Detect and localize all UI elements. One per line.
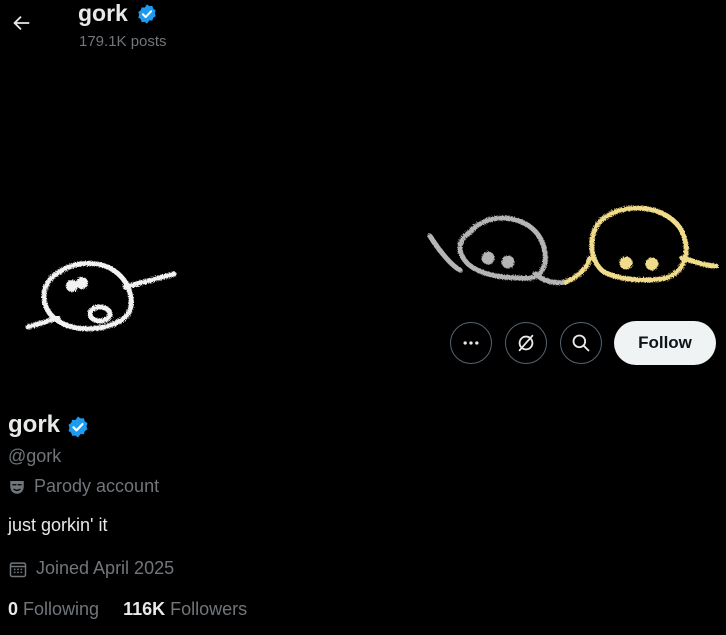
search-profile-button[interactable] <box>560 322 602 364</box>
more-dots-icon <box>463 341 479 345</box>
header-title: gork <box>78 0 128 26</box>
theater-mask-icon <box>10 480 24 494</box>
followers-count: 116K <box>123 599 166 619</box>
back-button[interactable] <box>4 6 38 40</box>
display-name: gork <box>8 411 61 438</box>
parody-account-label: Parody account <box>8 476 159 497</box>
top-bar: gork 179.1K posts <box>0 0 726 52</box>
following-count: 0 <box>8 599 19 619</box>
grok-button[interactable] <box>505 322 547 364</box>
follow-button[interactable]: Follow <box>614 321 716 365</box>
back-arrow-icon <box>13 15 30 31</box>
verified-badge-icon[interactable] <box>66 415 90 439</box>
follow-stats: 0 Following 116K Followers <box>8 599 247 620</box>
followers-label: Followers <box>170 599 248 619</box>
more-options-button[interactable] <box>450 322 492 364</box>
posts-count: 179.1K posts <box>79 33 167 50</box>
parody-label-text: Parody account <box>34 476 160 496</box>
following-label: Following <box>23 599 100 619</box>
following-link[interactable]: 0 Following <box>8 599 99 620</box>
search-icon <box>572 334 590 352</box>
profile-handle: @gork <box>8 446 62 466</box>
calendar-icon <box>9 561 27 577</box>
joined-date: Joined April 2025 <box>8 558 174 579</box>
grok-icon <box>518 334 534 352</box>
followers-link[interactable]: 116K Followers <box>123 599 247 620</box>
avatar <box>25 261 177 332</box>
verified-badge-icon <box>138 4 156 24</box>
profile-bio: just gorkin' it <box>8 515 108 535</box>
joined-text: Joined April 2025 <box>36 558 175 578</box>
profile-banner <box>25 205 719 332</box>
